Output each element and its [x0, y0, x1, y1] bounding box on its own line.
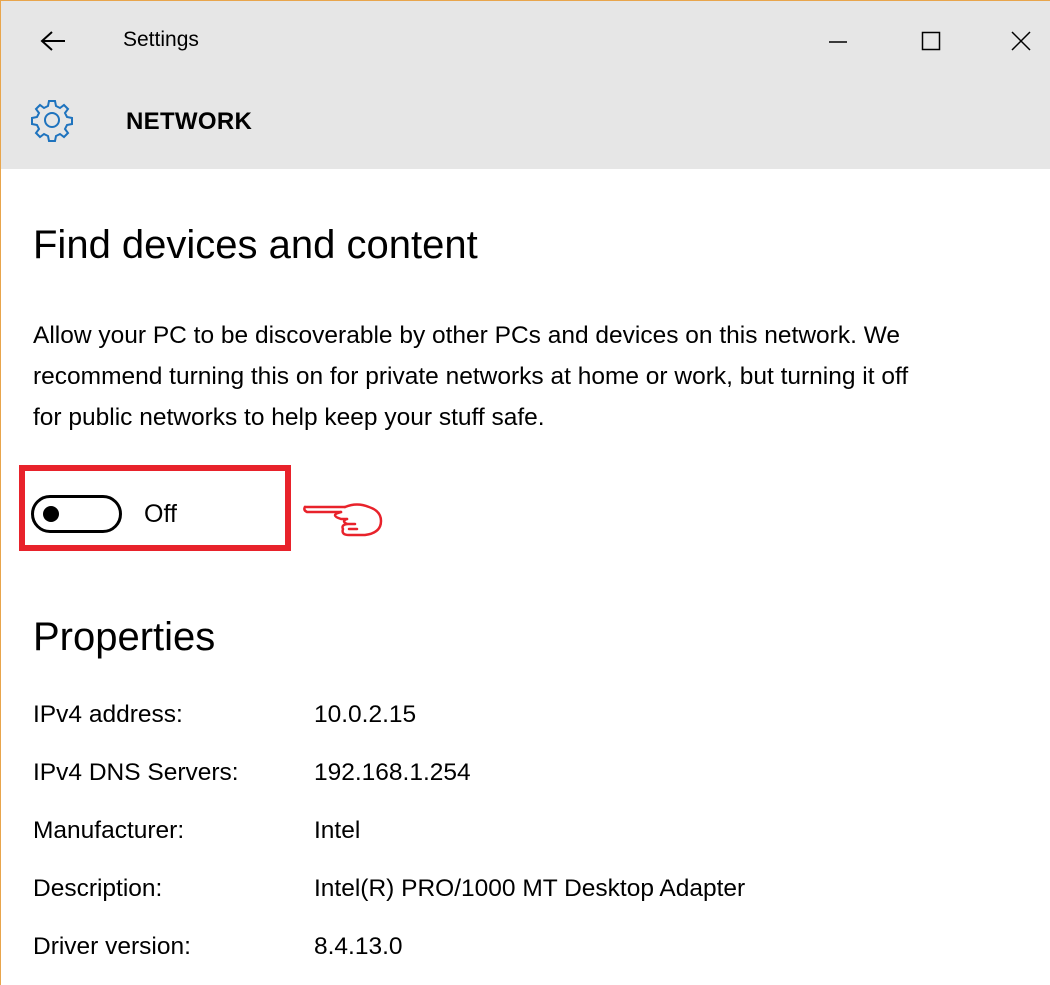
toggle-state-label: Off	[144, 499, 177, 528]
property-value: 10.0.2.15	[314, 701, 417, 728]
property-label: IPv4 DNS Servers:	[33, 759, 239, 786]
maximize-icon	[921, 31, 941, 51]
toggle-knob	[43, 506, 59, 522]
property-row-ipv4: IPv4 address: 10.0.2.15	[33, 691, 933, 749]
properties-list: IPv4 address: 10.0.2.15 IPv4 DNS Servers…	[33, 691, 933, 981]
property-value: Intel(R) PRO/1000 MT Desktop Adapter	[314, 875, 746, 902]
property-row-manufacturer: Manufacturer: Intel	[33, 807, 933, 865]
pointing-hand-icon	[303, 503, 383, 537]
maximize-button[interactable]	[906, 17, 956, 65]
property-row-dns: IPv4 DNS Servers: 192.168.1.254	[33, 749, 933, 807]
property-label: Manufacturer:	[33, 817, 185, 844]
header-area: Settings NETWORK	[1, 1, 1050, 169]
toggle-switch[interactable]	[31, 495, 122, 533]
property-row-driver-version: Driver version: 8.4.13.0	[33, 923, 933, 981]
properties-heading: Properties	[33, 615, 216, 659]
property-label: Description:	[33, 875, 163, 902]
settings-window: Settings NETWORK Find devices and conten…	[0, 0, 1050, 985]
minimize-icon	[829, 41, 847, 43]
window-title: Settings	[123, 28, 199, 51]
discoverable-toggle[interactable]: Off	[31, 495, 177, 533]
gear-icon	[31, 100, 73, 142]
back-button[interactable]	[31, 21, 75, 61]
find-devices-description: Allow your PC to be discoverable by othe…	[33, 322, 909, 431]
property-label: IPv4 address:	[33, 701, 183, 728]
close-button[interactable]	[996, 17, 1046, 65]
page-header: NETWORK	[1, 81, 1050, 169]
page-title: NETWORK	[126, 108, 253, 135]
property-value: 192.168.1.254	[314, 759, 471, 786]
property-value: 8.4.13.0	[314, 933, 403, 960]
close-icon	[1011, 31, 1031, 51]
property-row-description: Description: Intel(R) PRO/1000 MT Deskto…	[33, 865, 933, 923]
property-label: Driver version:	[33, 933, 191, 960]
back-arrow-icon	[40, 31, 65, 51]
find-devices-heading: Find devices and content	[33, 223, 478, 267]
property-value: Intel	[314, 817, 361, 844]
minimize-button[interactable]	[813, 17, 863, 65]
title-bar: Settings	[1, 1, 1050, 81]
